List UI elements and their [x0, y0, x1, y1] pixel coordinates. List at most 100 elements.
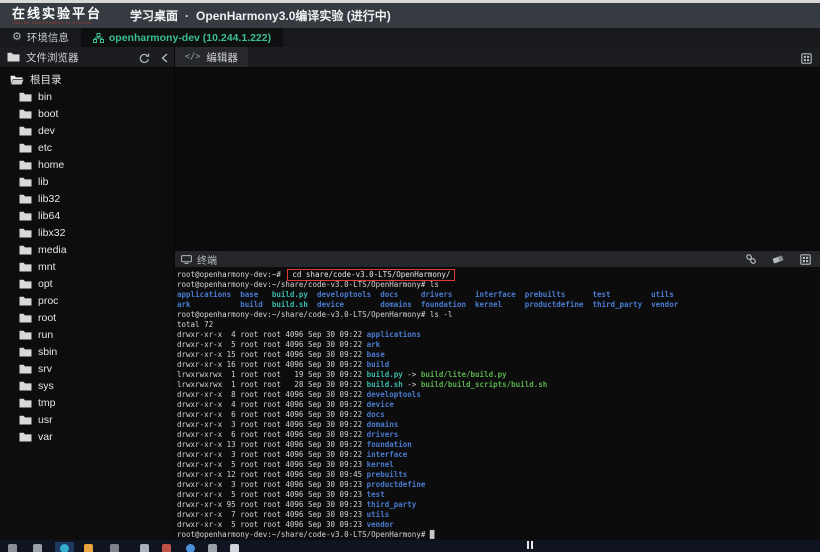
terminal-line: drwxr-xr-x 6 root root 4096 Sep 30 09:22… [177, 430, 399, 439]
tab-environment-info[interactable]: ⚙ 环境信息 [0, 28, 81, 47]
editor-content[interactable] [174, 68, 820, 251]
tab-editor[interactable]: </> 编辑器 [175, 47, 248, 67]
sidebar-folder[interactable]: run [0, 326, 174, 343]
terminal-line: root@openharmony-dev:~/share/code-v3.0-L… [177, 280, 439, 289]
taskbar-app-4-icon[interactable] [140, 544, 149, 552]
terminal-tab[interactable]: 终端 [181, 252, 217, 267]
refresh-button[interactable] [137, 51, 151, 65]
folder-icon [19, 143, 32, 153]
tab-openharmony-dev[interactable]: openharmony-dev (10.244.1.222) [80, 28, 284, 47]
folder-icon [19, 279, 32, 289]
taskbar-app-2-icon[interactable] [33, 544, 42, 552]
sidebar-folder[interactable]: var [0, 428, 174, 445]
terminal-line: drwxr-xr-x 15 root root 4096 Sep 30 09:2… [177, 350, 385, 359]
link-icon[interactable] [744, 252, 758, 266]
sidebar-root-folder[interactable]: 根目录 [0, 71, 174, 88]
folder-icon [19, 347, 32, 357]
platform-logo: 在线实验平台 ONLINE EXPERIMENT PLATFORM [12, 7, 102, 25]
sidebar-folder[interactable]: sys [0, 377, 174, 394]
tab-editor-label: 编辑器 [206, 51, 238, 64]
folder-icon [19, 415, 32, 425]
folder-icon [7, 52, 20, 62]
terminal-line: root@openharmony-dev:~# cd share/code-v3… [177, 269, 820, 281]
open-folder-icon [10, 75, 24, 85]
os-taskbar [0, 540, 820, 552]
terminal-line: drwxr-xr-x 5 root root 4096 Sep 30 09:23… [177, 460, 394, 469]
terminal-line: drwxr-xr-x 8 root root 4096 Sep 30 09:22… [177, 390, 421, 399]
sidebar-folder[interactable]: boot [0, 105, 174, 122]
folder-icon [19, 194, 32, 204]
taskbar-app-8-icon[interactable] [230, 544, 239, 552]
taskbar-browser-icon[interactable] [60, 544, 69, 552]
terminal-output[interactable]: root@openharmony-dev:~# cd share/code-v3… [174, 267, 820, 540]
terminal-line: applications base build.py developtools … [177, 290, 674, 299]
session-title: OpenHarmony3.0编译实验 (进行中) [196, 9, 391, 23]
sidebar-folder[interactable]: lib64 [0, 207, 174, 224]
terminal-line: drwxr-xr-x 7 root root 4096 Sep 30 09:23… [177, 510, 390, 519]
terminal-line: drwxr-xr-x 6 root root 4096 Sep 30 09:22… [177, 410, 385, 419]
sidebar-folder[interactable]: etc [0, 139, 174, 156]
editor-expand-icon[interactable] [799, 51, 813, 65]
terminal-line: total 72 [177, 320, 214, 329]
folder-icon [19, 109, 32, 119]
taskbar-app-5-icon[interactable] [162, 544, 171, 552]
taskbar-folder-icon[interactable] [84, 544, 93, 552]
folder-icon [19, 262, 32, 272]
terminal-line: root@openharmony-dev:~/share/code-v3.0-L… [177, 310, 453, 319]
taskbar-app-1-icon[interactable] [8, 544, 17, 552]
title-separator: · [185, 8, 190, 23]
taskbar-app-7-icon[interactable] [208, 544, 217, 552]
sidebar-folder[interactable]: opt [0, 275, 174, 292]
folder-icon [19, 245, 32, 255]
gear-icon: ⚙ [12, 31, 22, 43]
platform-logo-title: 在线实验平台 [12, 5, 103, 21]
terminal-line: drwxr-xr-x 5 root root 4096 Sep 30 09:22… [177, 340, 381, 349]
sidebar-folder[interactable]: mnt [0, 258, 174, 275]
taskbar-tick [531, 541, 533, 549]
terminal-expand-icon[interactable] [798, 252, 812, 266]
folder-icon [19, 296, 32, 306]
folder-icon [19, 313, 32, 323]
sidebar-root-label: 根目录 [30, 74, 62, 86]
taskbar-app-3-icon[interactable] [110, 544, 119, 552]
file-tree: 根目录 bin boot dev etc home lib lib32 lib6… [0, 68, 174, 445]
terminal-icon [181, 254, 192, 264]
file-browser-title: 文件浏览器 [26, 51, 79, 64]
folder-icon [19, 398, 32, 408]
sidebar-folder[interactable]: srv [0, 360, 174, 377]
sidebar-folder[interactable]: libx32 [0, 224, 174, 241]
terminal-line: drwxr-xr-x 4 root root 4096 Sep 30 09:22… [177, 330, 421, 339]
tab-openharmony-dev-label: openharmony-dev (10.244.1.222) [108, 31, 272, 44]
taskbar-tick [527, 541, 529, 549]
desktop-label: 学习桌面 [130, 9, 179, 23]
terminal-line: drwxr-xr-x 12 root root 4096 Sep 30 09:4… [177, 470, 408, 479]
sidebar-folder[interactable]: lib [0, 173, 174, 190]
eraser-icon[interactable] [771, 252, 785, 266]
folder-icon [19, 432, 32, 442]
terminal-line: ark build build.sh device domains founda… [177, 300, 679, 309]
terminal-title: 终端 [197, 255, 217, 267]
sidebar-folder[interactable]: sbin [0, 343, 174, 360]
sidebar-folder[interactable]: tmp [0, 394, 174, 411]
sidebar-folder[interactable]: lib32 [0, 190, 174, 207]
app-header: 在线实验平台 ONLINE EXPERIMENT PLATFORM 学习桌面 ·… [0, 3, 820, 28]
sidebar-folder[interactable]: usr [0, 411, 174, 428]
terminal-actions [744, 252, 812, 266]
terminal-cursor: █ [429, 530, 435, 539]
file-tree-children: bin boot dev etc home lib lib32 lib64 li… [0, 88, 174, 445]
folder-icon [19, 160, 32, 170]
taskbar-app-6-icon[interactable] [186, 544, 195, 552]
sidebar-folder[interactable]: dev [0, 122, 174, 139]
sidebar-folder[interactable]: media [0, 241, 174, 258]
terminal-line: drwxr-xr-x 16 root root 4096 Sep 30 09:2… [177, 360, 390, 369]
sidebar-folder[interactable]: root [0, 309, 174, 326]
folder-icon [19, 228, 32, 238]
terminal-line: lrwxrwxrwx 1 root root 19 Sep 30 09:22 b… [177, 370, 507, 379]
terminal-line: drwxr-xr-x 3 root root 4096 Sep 30 09:22… [177, 450, 408, 459]
panel-toolbar: 文件浏览器 </> 编辑器 [0, 47, 820, 110]
sidebar-folder[interactable]: proc [0, 292, 174, 309]
collapse-sidebar-button[interactable] [157, 51, 171, 65]
sidebar-folder[interactable]: bin [0, 88, 174, 105]
tab-environment-info-label: 环境信息 [26, 32, 69, 44]
sidebar-folder[interactable]: home [0, 156, 174, 173]
